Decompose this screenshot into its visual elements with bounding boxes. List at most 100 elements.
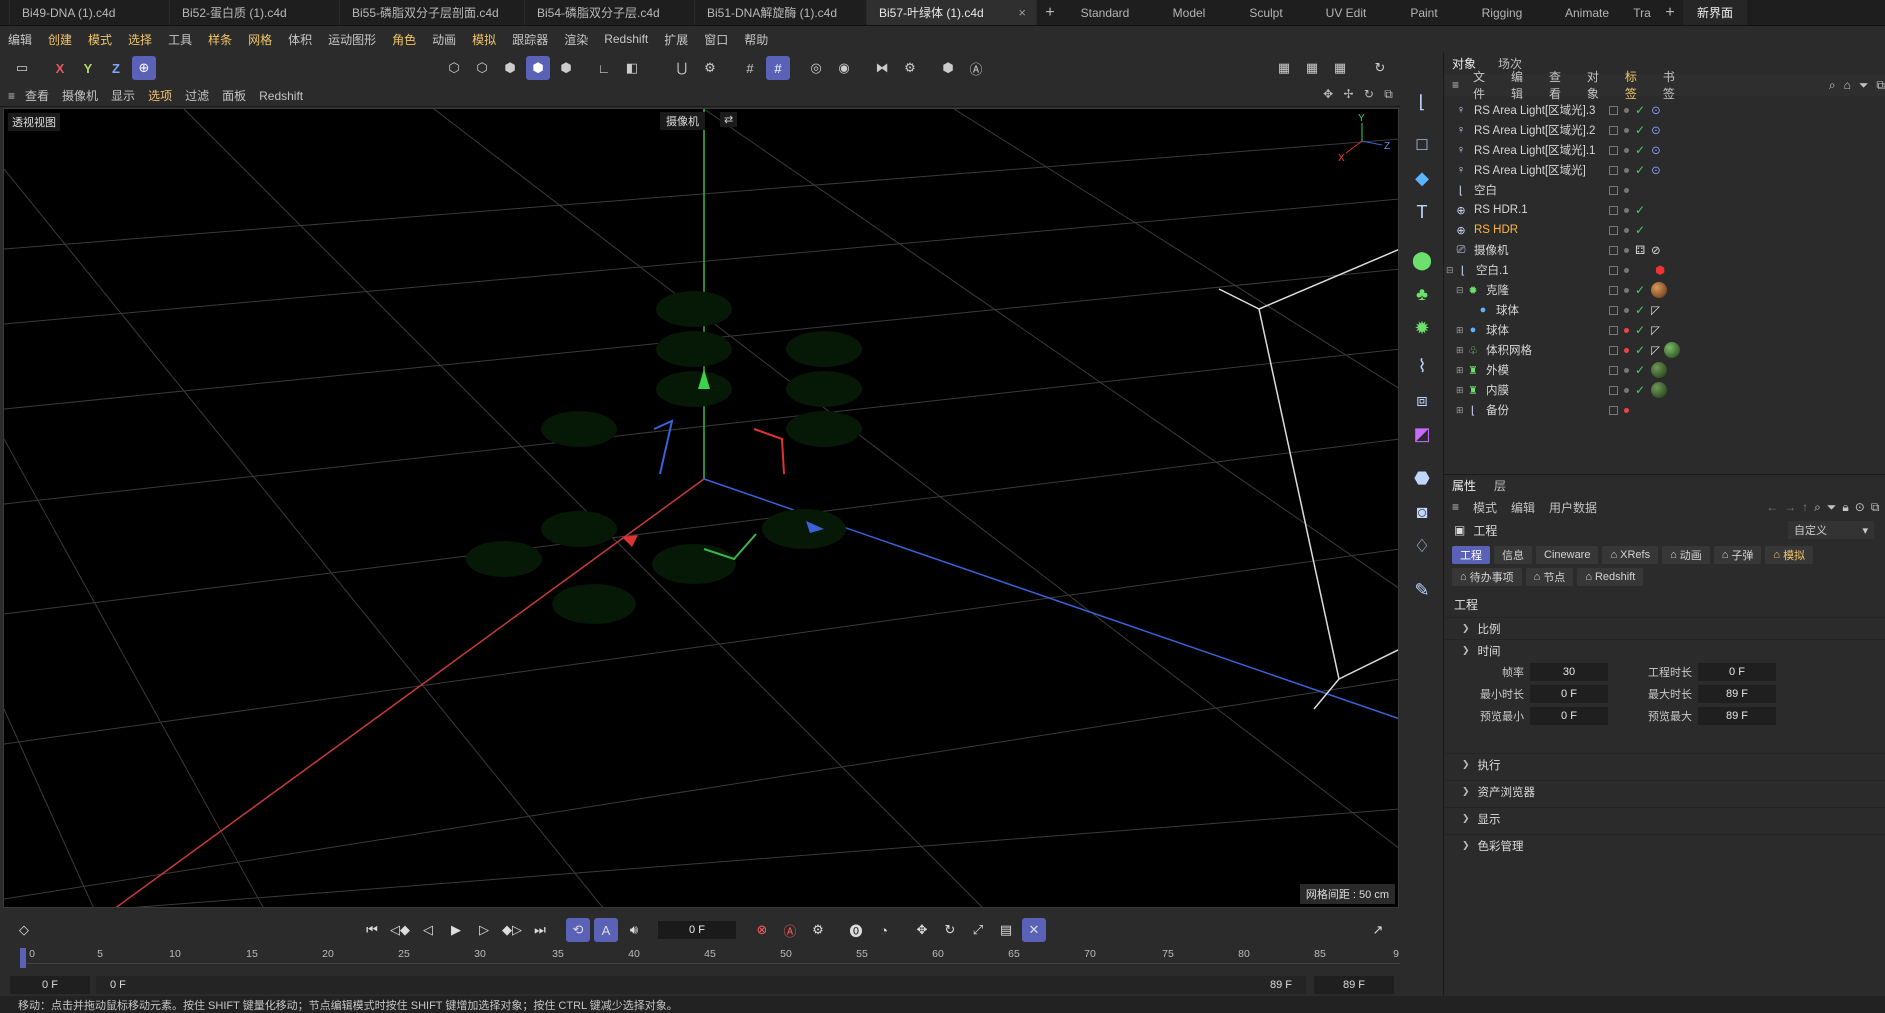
object-row[interactable]: ♀ RS Area Light[区域光].1 ✓ ⊙: [1444, 140, 1885, 160]
section-asset-browser[interactable]: ❯ 资产浏览器: [1444, 780, 1885, 802]
play-button[interactable]: ▶: [444, 918, 468, 942]
render-settings-icon[interactable]: ▦: [1328, 56, 1352, 80]
text-icon[interactable]: T: [1409, 199, 1435, 225]
light-tag-icon[interactable]: ⊙: [1651, 143, 1661, 157]
visibility-dot[interactable]: [1624, 227, 1629, 233]
attr-menu-userdata[interactable]: 用户数据: [1549, 499, 1597, 516]
obj-menu-file[interactable]: 文件: [1473, 68, 1497, 102]
cube-icon[interactable]: ◆: [1409, 165, 1435, 191]
layout-tab[interactable]: Standard: [1063, 0, 1147, 25]
object-row[interactable]: ⊞ ♧ 体积网格 ✓ ◸: [1444, 340, 1885, 360]
menu-character[interactable]: 角色: [392, 31, 416, 48]
edges-mode-icon[interactable]: ⬡: [470, 56, 494, 80]
document-tab[interactable]: Bi54-磷脂双分子层.c4d: [525, 0, 695, 25]
next-key-button[interactable]: ◆▷: [500, 918, 524, 942]
key-move-icon[interactable]: ✥: [910, 918, 934, 942]
obj-menu-object[interactable]: 对象: [1587, 68, 1611, 102]
visibility-dot[interactable]: [1624, 367, 1629, 373]
mograph-icon[interactable]: ♣: [1409, 281, 1435, 307]
attr-tab-cineware[interactable]: Cineware: [1536, 546, 1599, 564]
visibility-dot[interactable]: [1624, 307, 1629, 313]
attr-menu-mode[interactable]: 模式: [1473, 499, 1497, 516]
object-row[interactable]: ⊞ ⌊ 备份: [1444, 400, 1885, 420]
cloner-object-icon[interactable]: ⬤: [1409, 247, 1435, 273]
obj-menu-view[interactable]: 查看: [1549, 68, 1573, 102]
document-tab[interactable]: Bi52-蛋白质 (1).c4d: [170, 0, 340, 25]
expand-tree-icon[interactable]: ⊞: [1456, 405, 1466, 416]
light-tag-icon[interactable]: ⊙: [1651, 103, 1661, 117]
attr-tab-redshift[interactable]: ⌂ Redshift: [1577, 568, 1644, 586]
filter-icon[interactable]: ⏷: [1827, 500, 1837, 515]
menu-simulate[interactable]: 模拟: [472, 31, 496, 48]
camera-switch-icon[interactable]: ⇄: [720, 112, 738, 127]
object-row[interactable]: ⊞ ● 球体 ✓ ◸: [1444, 320, 1885, 340]
key-position-icon[interactable]: ⓿: [844, 918, 868, 942]
visibility-dot[interactable]: [1624, 187, 1629, 193]
undo-history-icon[interactable]: ▭: [10, 56, 34, 80]
layer-box[interactable]: [1609, 165, 1618, 175]
visibility-dot[interactable]: [1624, 267, 1629, 273]
enabled-check[interactable]: ✓: [1635, 383, 1645, 397]
coordinate-system-icon[interactable]: ⊕: [132, 56, 156, 80]
render-target-icon[interactable]: ◉: [832, 56, 856, 80]
model-mode-icon[interactable]: ⬢: [526, 56, 550, 80]
cube-shield-icon[interactable]: ⬢: [936, 56, 960, 80]
sound-icon[interactable]: 🔊︎: [622, 918, 646, 942]
timeline-ruler[interactable]: 0 5 10 15 20 25 30 35 40 45 50 55 60 65 …: [20, 948, 1400, 976]
phong-tag-icon[interactable]: ◸: [1651, 323, 1660, 337]
enabled-check[interactable]: ✓: [1635, 123, 1645, 137]
material-tag-icon[interactable]: [1651, 282, 1668, 298]
layout-tab[interactable]: Sculpt: [1231, 0, 1301, 25]
visibility-dot[interactable]: [1624, 127, 1629, 133]
visibility-dot[interactable]: [1624, 327, 1629, 333]
keyframe-diamond-icon[interactable]: ◇: [12, 918, 36, 942]
layout-tab[interactable]: Model: [1147, 0, 1231, 25]
attr-tab-animation[interactable]: ⌂ 动画: [1662, 546, 1710, 564]
range-slider[interactable]: 0 F 89 F: [96, 976, 1306, 994]
object-row[interactable]: ⊟ ⌊ 空白.1 ⬢: [1444, 260, 1885, 280]
key-scale-icon[interactable]: ⤢: [966, 918, 990, 942]
menu-tracker[interactable]: 跟踪器: [512, 31, 548, 48]
min-time-field[interactable]: 0 F: [1530, 685, 1608, 703]
enabled-check[interactable]: ✓: [1635, 223, 1645, 237]
vp-menu-display[interactable]: 显示: [111, 87, 135, 104]
auto-key-button[interactable]: Ⓐ: [778, 918, 802, 942]
enabled-check[interactable]: ✓: [1635, 203, 1645, 217]
collapse-icon[interactable]: ⊟: [1446, 265, 1456, 276]
symmetry-settings-icon[interactable]: ⚙: [898, 56, 922, 80]
menu-window[interactable]: 窗口: [704, 31, 728, 48]
menu-render[interactable]: 渲染: [564, 31, 588, 48]
points-mode-icon[interactable]: ⬡: [442, 56, 466, 80]
attr-menu-edit[interactable]: 编辑: [1511, 499, 1535, 516]
expand-tree-icon[interactable]: ⊞: [1456, 325, 1466, 336]
menu-select[interactable]: 选择: [128, 31, 152, 48]
y-axis-lock-button[interactable]: Y: [76, 56, 100, 80]
section-display[interactable]: ❯ 显示: [1444, 807, 1885, 829]
tab-overflow[interactable]: [0, 0, 10, 25]
layer-box[interactable]: [1609, 145, 1618, 155]
menu-mesh[interactable]: 网格: [248, 31, 272, 48]
layout-tab[interactable]: Animate: [1547, 0, 1627, 25]
previous-frame-button[interactable]: ◁: [416, 918, 440, 942]
project-length-field[interactable]: 0 F: [1698, 663, 1776, 681]
rotate-view-icon[interactable]: ↻: [1364, 87, 1374, 105]
key-rotation-icon[interactable]: ◔: [872, 918, 896, 942]
viewport-label[interactable]: 透视视图: [8, 113, 60, 131]
object-row[interactable]: ⊞ ♜ 内膜 ✓: [1444, 380, 1885, 400]
object-mode-icon[interactable]: ⬢: [554, 56, 578, 80]
key-pla-icon[interactable]: ✕: [1022, 918, 1046, 942]
object-row[interactable]: ⌊ 空白: [1444, 180, 1885, 200]
preview-max-field[interactable]: 89 F: [1698, 707, 1776, 725]
material-tag-icon[interactable]: [1651, 362, 1668, 378]
menu-edit[interactable]: 编辑: [8, 31, 32, 48]
environment-icon[interactable]: ⬣: [1409, 465, 1435, 491]
object-row[interactable]: ♀ RS Area Light[区域光] ✓ ⊙: [1444, 160, 1885, 180]
refresh-icon[interactable]: ↻: [1368, 56, 1392, 80]
search-icon[interactable]: ⌕: [1829, 78, 1836, 93]
material-tag-icon[interactable]: [1651, 382, 1668, 398]
obj-menu-bookmarks[interactable]: 书签: [1663, 68, 1687, 102]
edit-pen-icon[interactable]: ✎: [1409, 577, 1435, 603]
collapse-icon[interactable]: ⊟: [1456, 285, 1466, 296]
polygons-mode-icon[interactable]: ⬢: [498, 56, 522, 80]
layer-box[interactable]: [1609, 285, 1618, 295]
